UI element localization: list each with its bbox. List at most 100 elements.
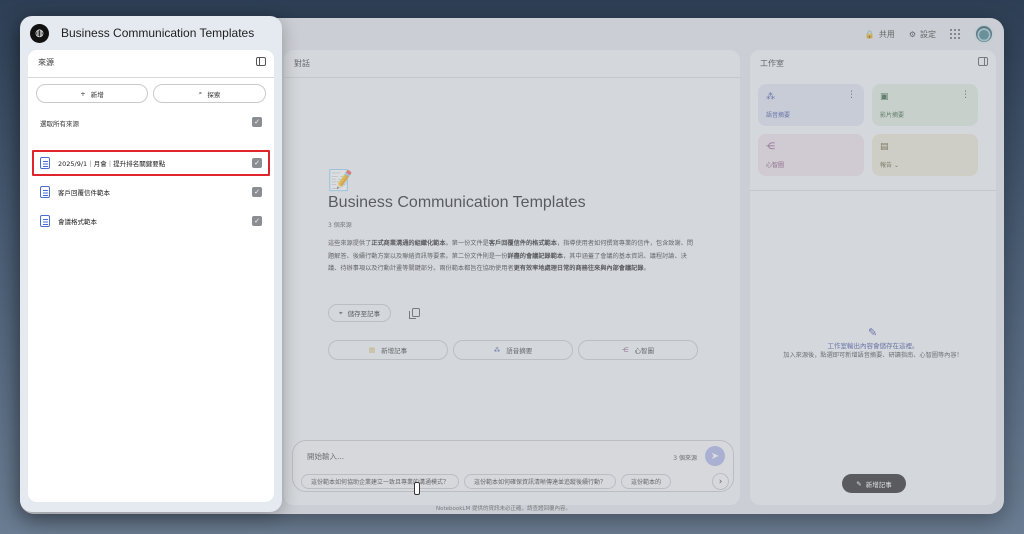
video-overview-icon: ▣ — [880, 92, 889, 102]
add-note-action-button[interactable]: ▤ 新增記事 — [328, 340, 448, 360]
chat-panel-title: 對話 — [294, 59, 310, 68]
select-all-checkbox[interactable]: ✓ — [252, 117, 262, 127]
magic-wand-icon: ✎ — [868, 326, 878, 339]
mind-map-icon: ⋲ — [766, 142, 775, 152]
mind-map-icon: ⋲ — [622, 346, 629, 354]
chevron-down-icon[interactable]: ⌄ — [894, 162, 899, 169]
share-label: 共用 — [878, 29, 895, 39]
source-label: 客戶回覆信件範本 — [58, 189, 110, 197]
studio-tiles: ⁂ ⋮ 語音摘要 ▣ ⋮ 影片摘要 ⋲ 心智圖 ▤ 報告 ⌄ — [758, 84, 978, 176]
sources-card: 來源 + 新增 ⌕ 探索 選取所有來源 ✓ 2025/9/1｜月會｜提升排名關鍵… — [28, 50, 274, 502]
tile-label: 報告 ⌄ — [880, 160, 899, 169]
copy-icon[interactable] — [409, 308, 420, 319]
summary-text: 。 — [643, 265, 650, 272]
studio-empty-title: 工作室輸出內容會儲存在這裡。 — [827, 342, 919, 350]
divider — [284, 77, 740, 78]
video-overview-tile[interactable]: ▣ ⋮ 影片摘要 — [872, 84, 978, 126]
tile-label-text: 報告 — [880, 162, 893, 169]
discover-label: 探索 — [207, 90, 221, 99]
notebook-source-count: 3 個來源 — [328, 222, 352, 229]
notebook-title: Business Communication Templates — [328, 194, 586, 211]
notebooklm-logo-icon[interactable]: ◍ — [30, 24, 49, 43]
app-title: Business Communication Templates — [61, 26, 255, 40]
notebook-summary: 這些來源提供了正式商業溝通的組織化範本。第一份文件是客戶回覆信件的格式範本，指導… — [328, 238, 698, 276]
select-all-label: 選取所有來源 — [40, 120, 79, 128]
settings-button[interactable]: ⚙ 設定 — [909, 29, 936, 40]
save-to-note-label: 儲存至記事 — [347, 310, 381, 318]
collapse-sources-icon[interactable] — [256, 57, 266, 66]
source-item[interactable]: 客戶回覆信件範本 ✓ — [40, 183, 262, 203]
more-vert-icon[interactable]: ⋮ — [847, 90, 856, 100]
action-label: 心智圖 — [634, 347, 655, 355]
divider — [28, 77, 274, 78]
more-vert-icon[interactable]: ⋮ — [961, 90, 970, 100]
settings-label: 設定 — [920, 29, 936, 39]
sources-overlay-panel: ◍ Business Communication Templates 來源 + … — [20, 16, 282, 512]
tile-label: 影片摘要 — [880, 112, 905, 119]
chat-composer[interactable]: 開始輸入... 3 個來源 ➤ 這份範本如何協助企業建立一致且專業的溝通模式？ … — [292, 440, 734, 492]
action-label: 語音摘要 — [506, 347, 533, 355]
source-checkbox[interactable]: ✓ — [252, 187, 262, 197]
share-button[interactable]: 🔒 共用 — [865, 29, 895, 40]
apps-grid-icon[interactable] — [950, 29, 960, 39]
save-to-note-button[interactable]: ⌖ 儲存至記事 — [328, 304, 392, 322]
mouse-cursor-icon — [414, 482, 420, 495]
discover-sources-button[interactable]: ⌕ 探索 — [153, 84, 266, 103]
note-add-icon: ▤ — [368, 346, 376, 354]
suggestion-chip[interactable]: 這份範本的 — [621, 474, 672, 489]
suggestion-chip[interactable]: 這份範本如何確保資訊清晰傳達並追蹤後續行動？ — [464, 474, 617, 489]
source-checkbox[interactable]: ✓ — [252, 216, 262, 226]
chevron-right-icon: › — [718, 476, 723, 487]
summary-bold: 客戶回覆信件的格式範本 — [488, 240, 557, 247]
document-icon — [40, 186, 50, 198]
chat-input[interactable]: 開始輸入... — [307, 451, 344, 462]
action-label: 新增記事 — [381, 347, 408, 355]
document-icon — [40, 215, 50, 227]
add-source-button[interactable]: + 新增 — [36, 84, 148, 103]
divider — [750, 190, 996, 191]
avatar[interactable] — [974, 24, 994, 44]
suggestions-next-button[interactable]: › — [712, 473, 729, 490]
header-actions: 🔒 共用 ⚙ 設定 — [865, 24, 994, 44]
suggestion-chip[interactable]: 這份範本如何協助企業建立一致且專業的溝通模式？ — [301, 474, 460, 489]
mind-map-tile[interactable]: ⋲ 心智圖 — [758, 134, 864, 176]
pencil-icon: ✎ — [856, 479, 862, 488]
add-note-button[interactable]: ✎ 新增記事 — [842, 474, 906, 493]
highlight-box — [32, 150, 270, 176]
report-icon: ▤ — [880, 142, 889, 152]
gear-icon: ⚙ — [908, 29, 916, 39]
audio-overview-icon: ⁂ — [766, 92, 775, 102]
collapse-studio-icon[interactable] — [978, 57, 988, 66]
source-item[interactable]: 會議格式範本 ✓ — [40, 212, 262, 232]
summary-bold: 詳盡的會議記錄範本 — [507, 252, 564, 260]
notebook-emoji-icon: 📝 — [328, 168, 353, 192]
audio-overview-icon: ⁂ — [493, 346, 501, 354]
tile-label: 心智圖 — [766, 162, 785, 169]
disclaimer-footnote: NotebookLM 提供的資訊未必正確，請查證回覆內容。 — [436, 506, 571, 512]
lock-icon: 🔒 — [864, 29, 875, 39]
chat-panel: 對話 📝 Business Communication Templates 3 … — [284, 50, 740, 505]
studio-panel-title: 工作室 — [760, 59, 784, 68]
pin-icon: ⌖ — [339, 308, 343, 317]
add-source-label: 新增 — [90, 90, 104, 99]
suggested-actions: ▤ 新增記事 ⁂ 語音摘要 ⋲ 心智圖 — [328, 340, 698, 360]
search-sparkle-icon: ⌕ — [198, 89, 203, 97]
summary-bold: 正式商業溝通的組織化範本 — [371, 240, 446, 247]
audio-overview-tile[interactable]: ⁂ ⋮ 語音摘要 — [758, 84, 864, 126]
summary-text: 。第一份文件是 — [445, 240, 489, 247]
mind-map-action-button[interactable]: ⋲ 心智圖 — [578, 340, 698, 360]
add-note-label: 新增記事 — [865, 480, 892, 489]
audio-overview-action-button[interactable]: ⁂ 語音摘要 — [453, 340, 573, 360]
report-tile[interactable]: ▤ 報告 ⌄ — [872, 134, 978, 176]
send-arrow-icon: ➤ — [710, 450, 720, 462]
studio-panel: 工作室 ⁂ ⋮ 語音摘要 ▣ ⋮ 影片摘要 ⋲ 心智圖 ▤ 報告 ⌄ ✎ 工作室… — [750, 50, 996, 505]
send-button[interactable]: ➤ — [705, 446, 725, 466]
tile-label: 語音摘要 — [766, 112, 791, 119]
studio-empty-description: 加入來源後，點選即可新增語音摘要、研讀指南、心智圖等內容！ — [783, 352, 963, 359]
suggestion-row: 這份範本如何協助企業建立一致且專業的溝通模式？ 這份範本如何確保資訊清晰傳達並追… — [301, 474, 719, 489]
sources-panel-title: 來源 — [38, 58, 54, 67]
summary-text: 這些來源提供了 — [328, 240, 372, 247]
source-label: 會議格式範本 — [58, 218, 97, 226]
composer-source-count: 3 個來源 — [673, 455, 697, 462]
summary-bold: 更有效率地處理日常的商務往來與內部會議記錄 — [513, 265, 644, 272]
